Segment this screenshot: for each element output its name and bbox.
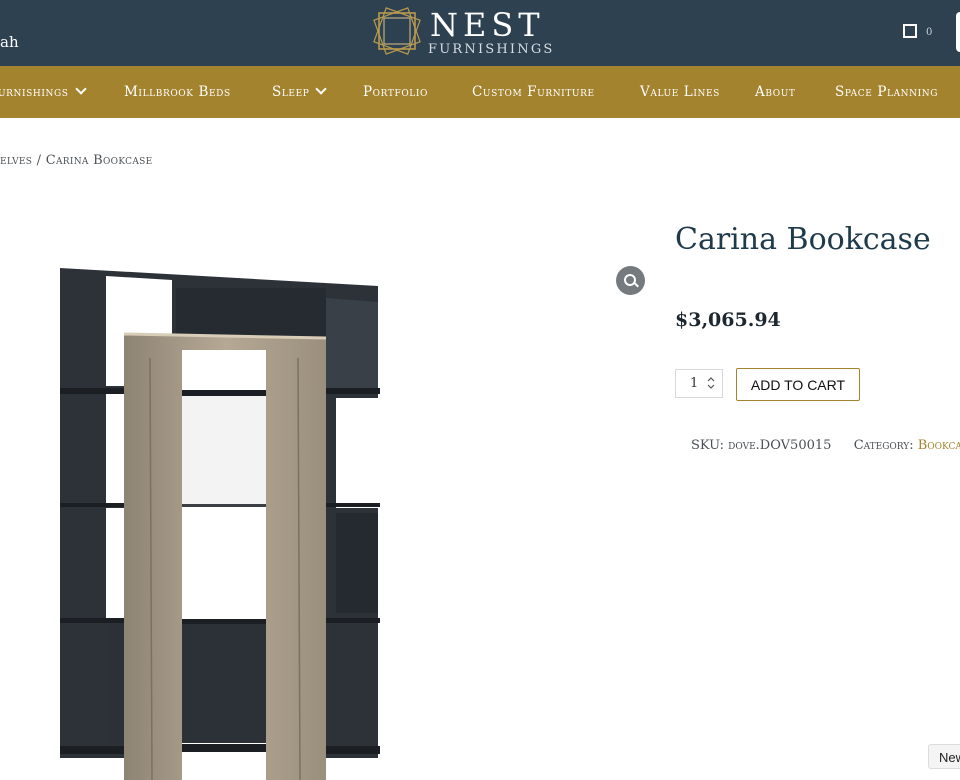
brand-tagline: FURNISHINGS [428, 42, 555, 57]
nav-item-portfolio[interactable]: Portfolio [363, 84, 428, 100]
nav-item-sleep[interactable]: Sleep [272, 83, 328, 100]
category-label: Category: [853, 438, 914, 453]
chevron-down-icon [315, 83, 328, 95]
breadcrumb[interactable]: elves / Carina Bookcase [0, 153, 152, 168]
chevron-down-icon [74, 83, 87, 95]
new-tab-button[interactable]: New [928, 744, 960, 769]
add-to-cart-button[interactable]: ADD TO CART [736, 368, 860, 401]
product-image[interactable] [40, 258, 400, 780]
product-meta: SKU: dove.DOV50015 Category: Bookcas [691, 438, 960, 453]
sku-label: SKU: [691, 438, 725, 453]
brand-name: NEST [430, 6, 545, 44]
cart-count[interactable]: 0 [926, 27, 932, 38]
product-title: Carina Bookcase [675, 222, 931, 257]
nav-item-about[interactable]: About [755, 84, 796, 100]
nest-logo-icon [373, 7, 421, 55]
cart-icon[interactable] [903, 24, 917, 38]
header-edge-button[interactable] [956, 12, 960, 52]
nav-item-millbrook-beds[interactable]: Millbrook Beds [124, 84, 231, 100]
nav-item-space-planning[interactable]: Space Planning [835, 84, 938, 100]
category-link[interactable]: Bookcas [918, 438, 960, 453]
nav-item-value-lines[interactable]: Value Lines [640, 84, 720, 100]
quantity-input[interactable] [675, 369, 723, 398]
sku-value: dove.DOV50015 [728, 438, 832, 453]
main-nav: Furnishings Millbrook Beds Sleep Portfol… [0, 66, 960, 118]
nav-item-furnishings[interactable]: Furnishings [0, 83, 87, 100]
quantity-spinner-icon[interactable] [707, 376, 715, 390]
nav-item-custom-furniture[interactable]: Custom Furniture [472, 84, 595, 100]
zoom-button[interactable] [616, 266, 645, 295]
site-header: ah NEST FURNISHINGS 0 [0, 0, 960, 66]
product-price: $3,065.94 [675, 309, 781, 331]
header-left-text[interactable]: ah [0, 33, 19, 51]
brand-logo[interactable]: NEST FURNISHINGS [372, 6, 562, 58]
